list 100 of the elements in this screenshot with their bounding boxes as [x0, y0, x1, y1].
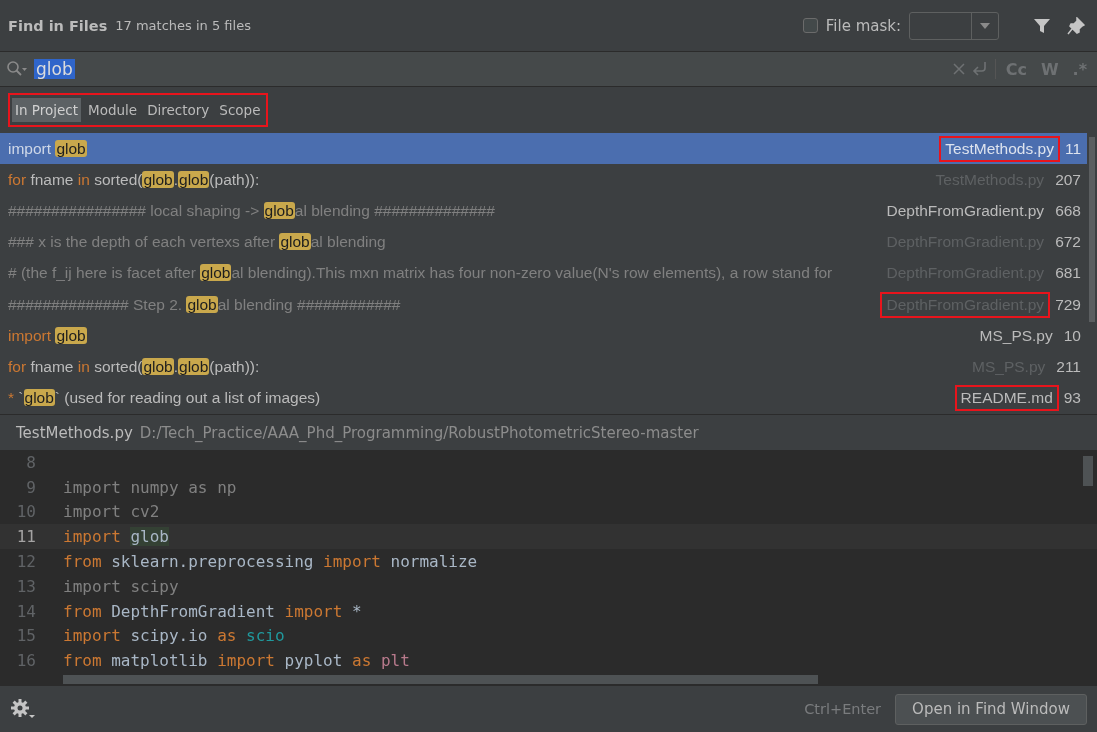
code-token: * [352, 601, 362, 621]
search-icon[interactable] [6, 60, 28, 78]
scope-tab[interactable]: In Project [12, 98, 82, 122]
result-row[interactable]: * `glob` (used for reading out a list of images) README.md 93 [0, 382, 1087, 414]
caret-icon [980, 22, 990, 29]
result-text: ################ local shaping -> [8, 201, 261, 219]
newline-icon[interactable] [970, 61, 989, 77]
result-text: glob [200, 264, 232, 282]
line-number: 16 [15, 651, 36, 671]
result-text: glob [55, 139, 87, 157]
result-file: DepthFromGradient.py [886, 201, 1045, 220]
scrollbar-thumb[interactable] [63, 675, 818, 684]
line-number: 10 [15, 502, 36, 522]
code-token: normalize [390, 552, 478, 572]
result-line-number: 207 [1055, 170, 1081, 189]
code-token: import numpy as np [63, 477, 237, 497]
result-text: al blending [310, 233, 386, 251]
code-token: import [284, 601, 344, 621]
code-token: glob [130, 527, 169, 547]
code-token: import [323, 552, 382, 572]
preview-file-path: D:/Tech_Practice/AAA_Phd_Programming/RobustPhotometricStereo-master [139, 423, 699, 442]
code-token: import cv2 [63, 502, 160, 522]
result-text: ############## Step 2. [8, 295, 184, 313]
line-number: 11 [15, 527, 36, 547]
result-text: in [77, 357, 91, 375]
result-line-number: 10 [1063, 326, 1081, 345]
result-text: * [8, 389, 16, 407]
code-token: matplotlib [111, 651, 209, 671]
result-text: glob [23, 389, 55, 407]
result-text: # (the f_ij here is facet after [8, 264, 197, 282]
result-text: glob [279, 233, 311, 251]
code-token: scio [246, 626, 285, 646]
code-token: import [217, 651, 276, 671]
result-text: . [173, 357, 179, 375]
result-text: glob [142, 357, 174, 375]
result-text: al blending).This mxn matrix has four non-zero value(N's row elements), a row stand for [231, 264, 833, 282]
result-text: in [77, 170, 91, 188]
search-field[interactable]: glob [34, 59, 75, 79]
shortcut-hint: Ctrl+Enter [804, 701, 882, 717]
open-in-find-window-button[interactable]: Open in Find Window [895, 693, 1087, 725]
line-number: 13 [15, 576, 36, 596]
result-row[interactable]: ################ local shaping -> global blending ############## DepthFromGradient.py 668 [0, 195, 1087, 227]
result-text: glob [186, 295, 218, 313]
result-row[interactable]: import glob MS_PS.py 10 [0, 320, 1087, 352]
result-line-number: 211 [1056, 357, 1081, 376]
result-file: TestMethods.py [945, 139, 1054, 158]
result-text: for [8, 170, 28, 188]
match-summary: 17 matches in 5 files [115, 18, 251, 33]
result-text: al blending ############## [294, 201, 495, 219]
result-text: al blending ############ [217, 295, 401, 313]
result-text: ` [18, 389, 24, 407]
result-text: fname [30, 170, 75, 188]
settings-icon[interactable] [10, 698, 36, 720]
result-line-number: 93 [1063, 389, 1081, 408]
result-text: glob [178, 357, 210, 375]
result-text: import [8, 139, 53, 157]
scope-tab[interactable]: Scope [216, 98, 264, 122]
line-number: 8 [25, 452, 36, 472]
code-token: import scipy [63, 576, 179, 596]
line-number: 9 [25, 477, 36, 497]
code-token: pyplot [284, 651, 344, 671]
result-text: for [8, 357, 28, 375]
code-token: from [63, 601, 103, 621]
result-text: fname [30, 357, 75, 375]
line-number: 12 [15, 552, 36, 572]
line-number: 15 [15, 626, 36, 646]
code-token: plt [380, 651, 410, 671]
result-text: ` (used for reading out a list of images) [54, 389, 321, 407]
result-file: README.md [960, 389, 1053, 408]
result-line-number: 672 [1055, 233, 1081, 252]
preview-file-name: TestMethods.py [16, 423, 133, 442]
clear-icon[interactable] [952, 63, 965, 75]
result-line-number: 11 [1064, 139, 1081, 158]
scope-tab[interactable]: Directory [144, 98, 213, 122]
scope-tab[interactable]: Module [85, 98, 141, 122]
scrollbar-thumb[interactable] [1083, 456, 1093, 486]
code-token: from [63, 651, 103, 671]
result-text: glob [263, 201, 295, 219]
code-token: import [63, 527, 122, 547]
result-text: import [8, 326, 53, 344]
result-text: (path)): [209, 357, 260, 375]
result-text: glob [142, 170, 174, 188]
scrollbar-thumb[interactable] [1089, 137, 1095, 322]
dialog-title: Find in Files [8, 17, 108, 34]
file-mask-dropdown[interactable] [909, 11, 999, 40]
result-text: glob [55, 326, 87, 344]
file-mask-checkbox[interactable] [802, 18, 818, 33]
result-file: MS_PS.py [979, 326, 1053, 345]
code-token: from [63, 552, 103, 572]
result-text: glob [178, 170, 210, 188]
result-line-number: 668 [1055, 201, 1081, 220]
result-row[interactable]: import glob TestMethods.py 11 [0, 133, 1087, 165]
code-token: as [217, 626, 238, 646]
result-text: . [173, 170, 179, 188]
result-text: (path)): [209, 170, 260, 188]
line-number: 14 [15, 601, 36, 621]
result-text: sorted( [94, 357, 143, 375]
code-token: as [352, 651, 373, 671]
result-text: sorted( [94, 170, 143, 188]
code-token: scipy.io [130, 626, 209, 646]
